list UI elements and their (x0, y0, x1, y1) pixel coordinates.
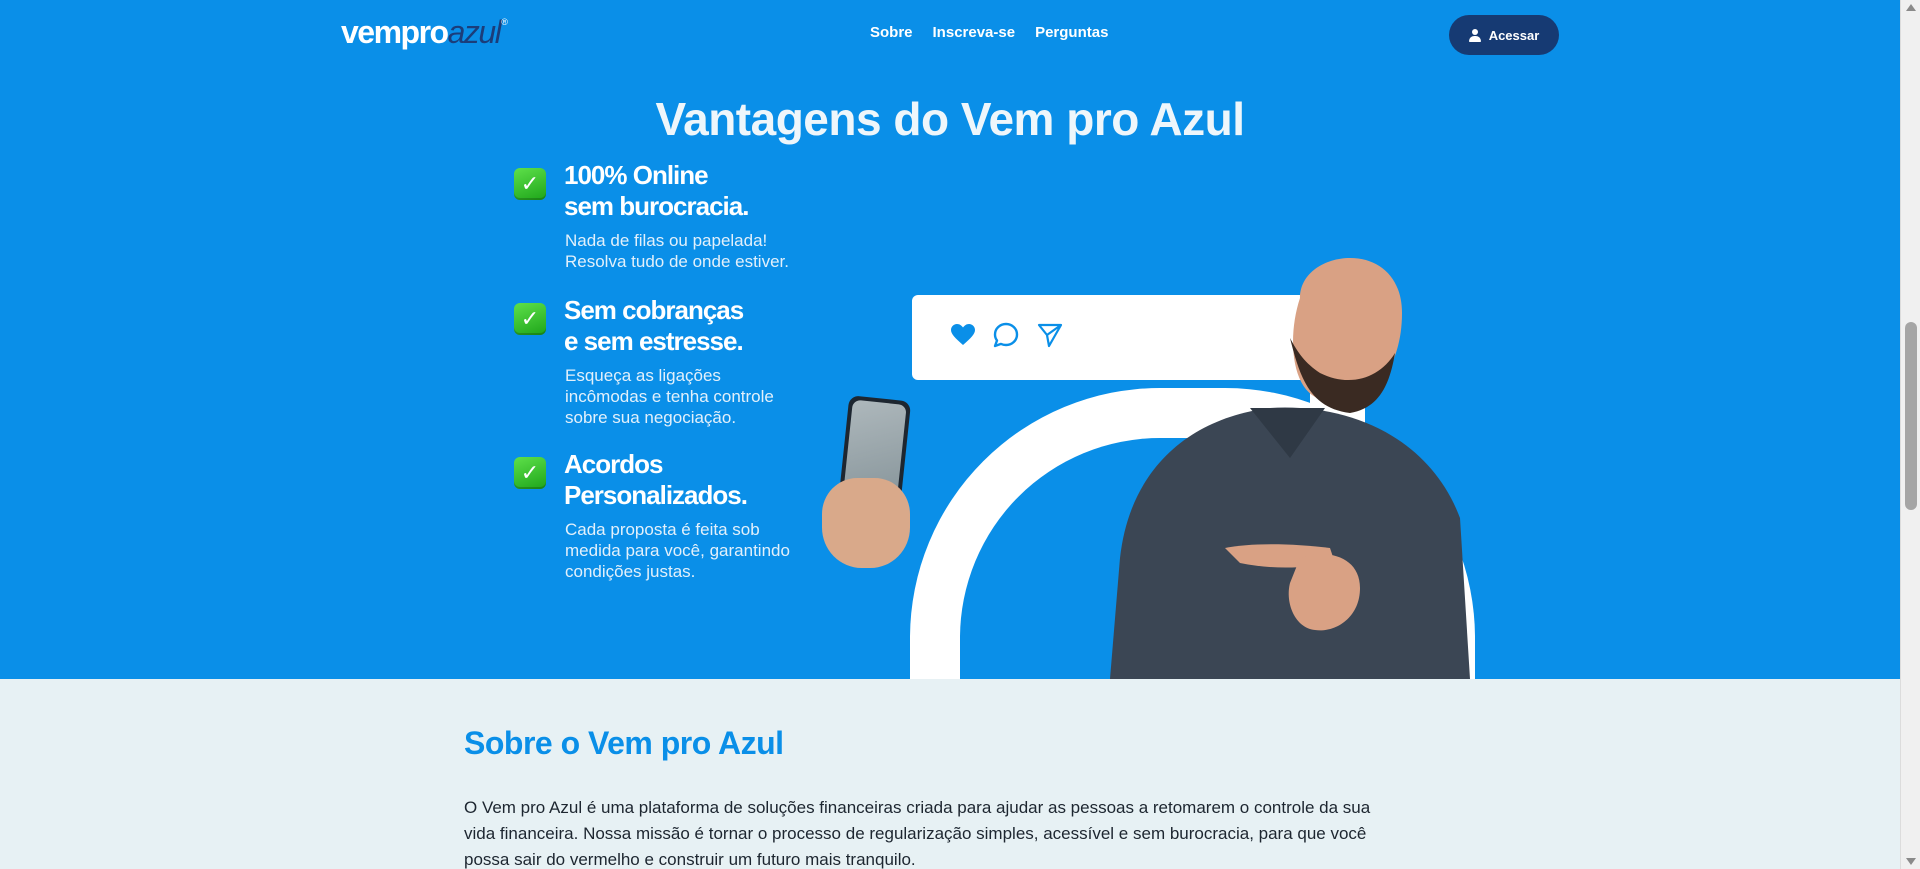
benefit-text-line: incômodas e tenha controle (565, 387, 774, 406)
nav-link-inscreva-se[interactable]: Inscreva-se (933, 24, 1016, 41)
heart-icon (951, 324, 975, 345)
about-paragraph: O Vem pro Azul é uma plataforma de soluç… (464, 795, 1424, 869)
nav-link-perguntas[interactable]: Perguntas (1035, 24, 1108, 41)
benefit-title-line: sem burocracia. (564, 191, 749, 221)
check-icon: ✓ (514, 457, 546, 489)
comment-icon (993, 322, 1019, 348)
about-title: Sobre o Vem pro Azul (464, 725, 784, 761)
main-nav: Sobre Inscreva-se Perguntas (870, 24, 1108, 41)
benefit-text-line: Nada de filas ou papelada! (565, 231, 768, 250)
benefit-title-line: 100% Online (564, 160, 709, 190)
site-header: vempro azul ® Sobre Inscreva-se Pergunta… (0, 0, 1900, 68)
logo-text-secondary: azul (447, 14, 502, 50)
benefit-description: Esqueça as ligações incômodas e tenha co… (565, 365, 855, 428)
scroll-up-arrow-icon[interactable] (1906, 4, 1916, 11)
benefit-title: Sem cobranças e sem estresse. (564, 295, 744, 357)
logo[interactable]: vempro azul ® (341, 14, 508, 51)
smiling-man-photo (1110, 258, 1470, 679)
benefit-description: Nada de filas ou papelada! Resolva tudo … (565, 230, 855, 272)
benefit-title-line: Sem cobranças (564, 295, 744, 325)
scroll-down-arrow-icon[interactable] (1906, 858, 1916, 865)
nav-link-sobre[interactable]: Sobre (870, 24, 913, 41)
login-button[interactable]: Acessar (1449, 15, 1559, 55)
benefit-text-line: Cada proposta é feita sob (565, 520, 760, 539)
benefit-title-line: e sem estresse. (564, 326, 744, 356)
page: vempro azul ® Sobre Inscreva-se Pergunta… (0, 0, 1900, 869)
hand-holding-phone (822, 478, 910, 568)
logo-text-primary: vempro (341, 14, 449, 50)
about-text-line: possa sair do vermelho e construir um fu… (464, 850, 916, 869)
benefit-text-line: Resolva tudo de onde estiver. (565, 252, 789, 271)
login-button-label: Acessar (1488, 27, 1540, 43)
check-icon: ✓ (514, 168, 546, 200)
about-section: Sobre o Vem pro Azul O Vem pro Azul é um… (0, 679, 1900, 869)
advantages-section: Vantagens do Vem pro Azul ✓ 100% Online … (0, 68, 1900, 818)
benefit-text-line: condições justas. (565, 562, 696, 581)
benefit-text-line: sobre sua negociação. (565, 408, 737, 427)
benefit-text-line: medida para você, garantindo (565, 541, 790, 560)
check-icon: ✓ (514, 303, 546, 335)
logo-registered-mark: ® (501, 17, 508, 27)
about-text-line: vida financeira. Nossa missão é tornar o… (464, 824, 1367, 843)
benefit-text-line: Esqueça as ligações (565, 366, 721, 385)
benefit-title-line: Personalizados. (564, 480, 748, 510)
user-icon (1468, 28, 1481, 42)
vertical-scrollbar[interactable] (1900, 0, 1920, 869)
section-title: Vantagens do Vem pro Azul (655, 93, 1245, 145)
benefit-title: Acordos Personalizados. (564, 449, 748, 511)
hero-illustration (820, 188, 1480, 818)
benefit-description: Cada proposta é feita sob medida para vo… (565, 519, 855, 582)
about-text-line: O Vem pro Azul é uma plataforma de soluç… (464, 798, 1371, 817)
scrollbar-thumb[interactable] (1905, 322, 1917, 510)
benefit-title-line: Acordos (564, 449, 663, 479)
benefit-title: 100% Online sem burocracia. (564, 160, 749, 222)
